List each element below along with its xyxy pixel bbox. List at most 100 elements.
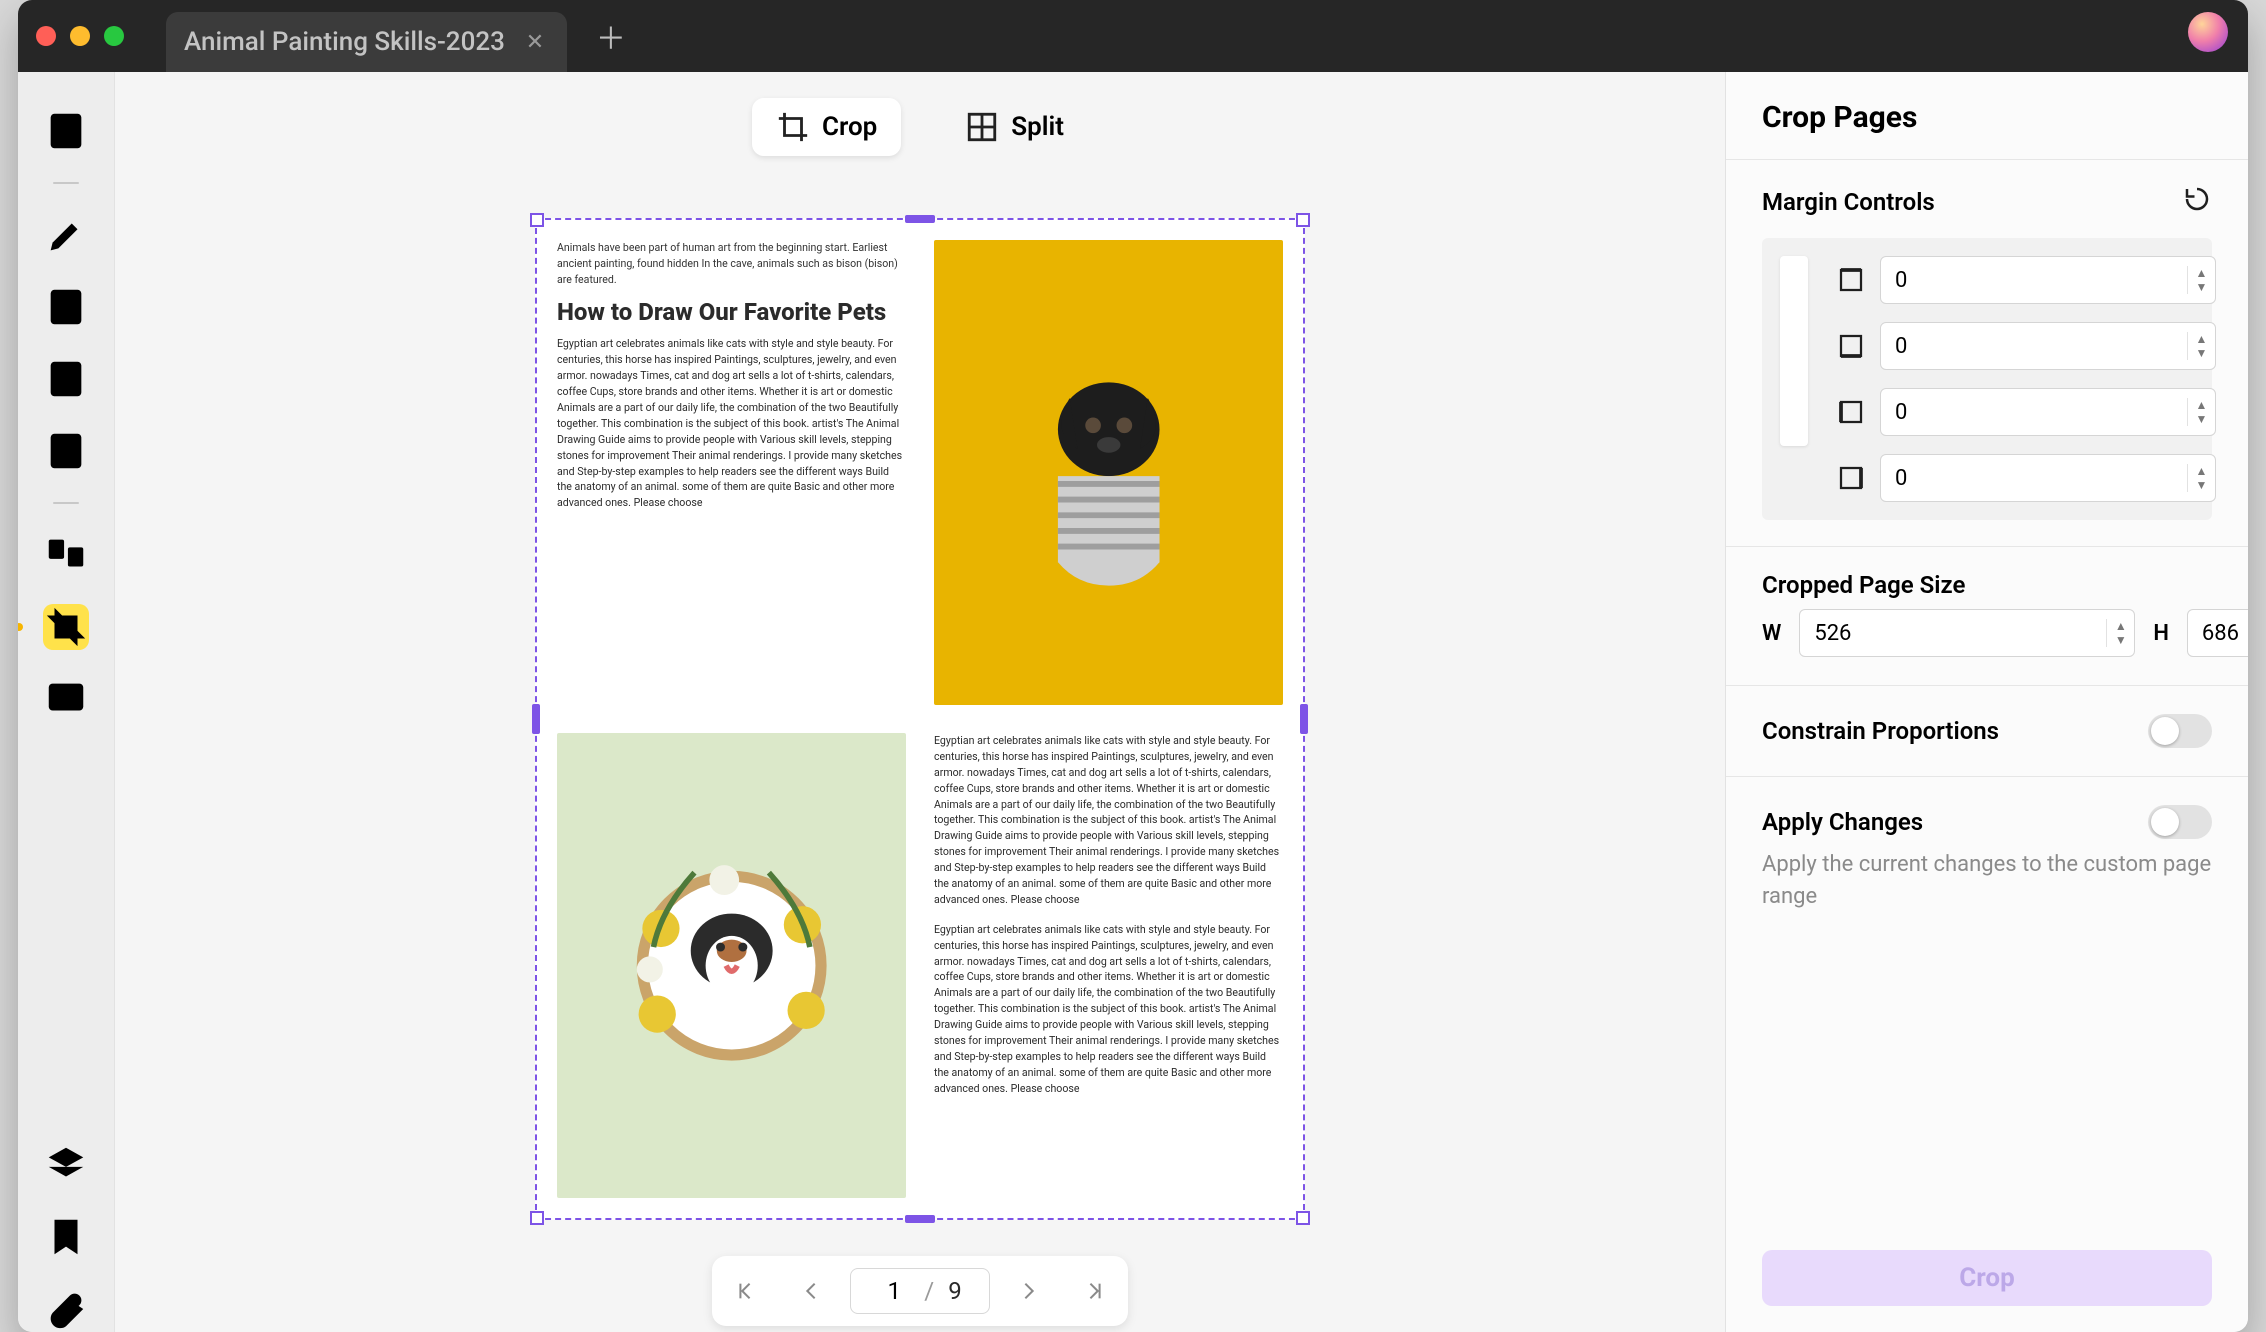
new-tab-button[interactable]: ＋ bbox=[591, 16, 631, 56]
redact-tool[interactable] bbox=[43, 676, 89, 722]
close-tab-button[interactable]: ✕ bbox=[521, 28, 549, 56]
crop-handle-top-right[interactable] bbox=[1296, 213, 1310, 227]
panel-separator bbox=[1726, 546, 2248, 547]
constrain-label: Constrain Proportions bbox=[1762, 717, 1999, 745]
crop-panel: Crop Pages Margin Controls bbox=[1726, 72, 2248, 1332]
crop-toolbar: Crop Split bbox=[752, 98, 1088, 156]
margin-preview bbox=[1780, 256, 1808, 446]
document-tab[interactable]: Animal Painting Skills-2023 ✕ bbox=[166, 12, 567, 72]
crop-mode-button[interactable]: Crop bbox=[752, 98, 901, 156]
apply-changes-toggle[interactable] bbox=[2148, 805, 2212, 839]
constrain-toggle[interactable] bbox=[2148, 714, 2212, 748]
stepper-down[interactable]: ▼ bbox=[2188, 280, 2215, 294]
organize-tool[interactable] bbox=[43, 532, 89, 578]
crop-handle-left[interactable] bbox=[532, 704, 540, 734]
crop-handle-top[interactable] bbox=[905, 215, 935, 223]
height-input[interactable]: ▲▼ bbox=[2187, 609, 2248, 657]
doc-text-column: Animals have been part of human art from… bbox=[557, 240, 906, 705]
stepper-up[interactable]: ▲ bbox=[2188, 332, 2215, 346]
document-content: Animals have been part of human art from… bbox=[557, 240, 1283, 1198]
layers-icon[interactable] bbox=[43, 1142, 89, 1188]
forms-tool[interactable] bbox=[43, 428, 89, 474]
doc-image-pug bbox=[934, 240, 1283, 705]
crop-handle-bottom[interactable] bbox=[905, 1215, 935, 1223]
page-separator: / bbox=[924, 1277, 934, 1305]
embroidery-illustration bbox=[620, 854, 843, 1077]
apply-changes-label: Apply Changes bbox=[1762, 808, 1923, 836]
margin-block: ▲▼ ▲▼ ▲▼ bbox=[1762, 238, 2212, 520]
titlebar: Animal Painting Skills-2023 ✕ ＋ bbox=[18, 0, 2248, 72]
crop-button-label: Crop bbox=[1959, 1263, 2014, 1293]
stepper-down[interactable]: ▼ bbox=[2188, 346, 2215, 360]
doc-paragraph: Egyptian art celebrates animals like cat… bbox=[934, 733, 1283, 908]
annotate-tool[interactable] bbox=[43, 212, 89, 258]
doc-paragraph: Egyptian art celebrates animals like cat… bbox=[934, 922, 1283, 1097]
stepper-down[interactable]: ▼ bbox=[2188, 478, 2215, 492]
crop-icon bbox=[776, 110, 810, 144]
crop-mode-label: Crop bbox=[822, 112, 877, 142]
stepper-down[interactable]: ▼ bbox=[2188, 412, 2215, 426]
stepper-up[interactable]: ▲ bbox=[2107, 619, 2134, 633]
last-page-button[interactable] bbox=[1062, 1256, 1128, 1326]
stepper-down[interactable]: ▼ bbox=[2107, 633, 2134, 647]
close-window-button[interactable] bbox=[36, 26, 56, 46]
width-input[interactable]: ▲▼ bbox=[1799, 609, 2135, 657]
panel-separator bbox=[1726, 685, 2248, 686]
next-page-button[interactable] bbox=[996, 1256, 1062, 1326]
margin-bottom-input[interactable]: ▲▼ bbox=[1880, 322, 2216, 370]
margin-left-icon bbox=[1836, 397, 1866, 427]
margin-right-icon bbox=[1836, 463, 1866, 493]
crop-handle-top-left[interactable] bbox=[530, 213, 544, 227]
split-icon bbox=[965, 110, 999, 144]
crop-handle-right[interactable] bbox=[1300, 704, 1308, 734]
doc-heading: How to Draw Our Favorite Pets bbox=[557, 298, 906, 327]
doc-paragraph: Egyptian art celebrates animals like cat… bbox=[557, 336, 906, 511]
prev-page-button[interactable] bbox=[778, 1256, 844, 1326]
width-label: W bbox=[1762, 621, 1781, 646]
panel-separator bbox=[1726, 776, 2248, 777]
avatar[interactable] bbox=[2188, 12, 2228, 52]
page-number-field[interactable]: / 9 bbox=[850, 1268, 990, 1314]
stepper-up[interactable]: ▲ bbox=[2188, 266, 2215, 280]
doc-intro: Animals have been part of human art from… bbox=[557, 240, 906, 288]
crop-handle-bottom-left[interactable] bbox=[530, 1211, 544, 1225]
page-total: 9 bbox=[948, 1277, 962, 1305]
window-controls bbox=[36, 26, 124, 46]
page-number-input[interactable] bbox=[878, 1277, 910, 1305]
split-mode-button[interactable]: Split bbox=[941, 98, 1088, 156]
crop-tool[interactable] bbox=[43, 604, 89, 650]
document-tab-title: Animal Painting Skills-2023 bbox=[184, 27, 505, 57]
minimize-window-button[interactable] bbox=[70, 26, 90, 46]
crop-frame[interactable]: Animals have been part of human art from… bbox=[535, 218, 1305, 1220]
page-navigator: / 9 bbox=[712, 1256, 1128, 1326]
attachment-icon[interactable] bbox=[43, 1286, 89, 1332]
rail-separator bbox=[53, 502, 79, 504]
page-edit-tool[interactable] bbox=[43, 356, 89, 402]
rail-separator bbox=[53, 182, 79, 184]
split-mode-label: Split bbox=[1011, 112, 1064, 142]
reader-tool[interactable] bbox=[43, 108, 89, 154]
apply-changes-helper: Apply the current changes to the custom … bbox=[1762, 849, 2212, 913]
bookmark-icon[interactable] bbox=[43, 1214, 89, 1260]
crop-handle-bottom-right[interactable] bbox=[1296, 1211, 1310, 1225]
crop-button[interactable]: Crop bbox=[1762, 1250, 2212, 1306]
margin-top-input[interactable]: ▲▼ bbox=[1880, 256, 2216, 304]
edit-text-tool[interactable] bbox=[43, 284, 89, 330]
margin-top-icon bbox=[1836, 265, 1866, 295]
doc-image-embroidery bbox=[557, 733, 906, 1198]
margin-bottom-icon bbox=[1836, 331, 1866, 361]
left-tool-rail bbox=[18, 72, 114, 1332]
zoom-window-button[interactable] bbox=[104, 26, 124, 46]
panel-title: Crop Pages bbox=[1762, 100, 2212, 135]
first-page-button[interactable] bbox=[712, 1256, 778, 1326]
reset-margins-button[interactable] bbox=[2182, 184, 2212, 220]
stepper-up[interactable]: ▲ bbox=[2188, 464, 2215, 478]
page-size-label: Cropped Page Size bbox=[1762, 571, 1965, 599]
margin-left-input[interactable]: ▲▼ bbox=[1880, 388, 2216, 436]
pug-illustration bbox=[1011, 355, 1206, 590]
page-preview: Animals have been part of human art from… bbox=[535, 218, 1305, 1220]
margin-controls-label: Margin Controls bbox=[1762, 188, 1935, 216]
panel-separator bbox=[1726, 159, 2248, 160]
stepper-up[interactable]: ▲ bbox=[2188, 398, 2215, 412]
margin-right-input[interactable]: ▲▼ bbox=[1880, 454, 2216, 502]
